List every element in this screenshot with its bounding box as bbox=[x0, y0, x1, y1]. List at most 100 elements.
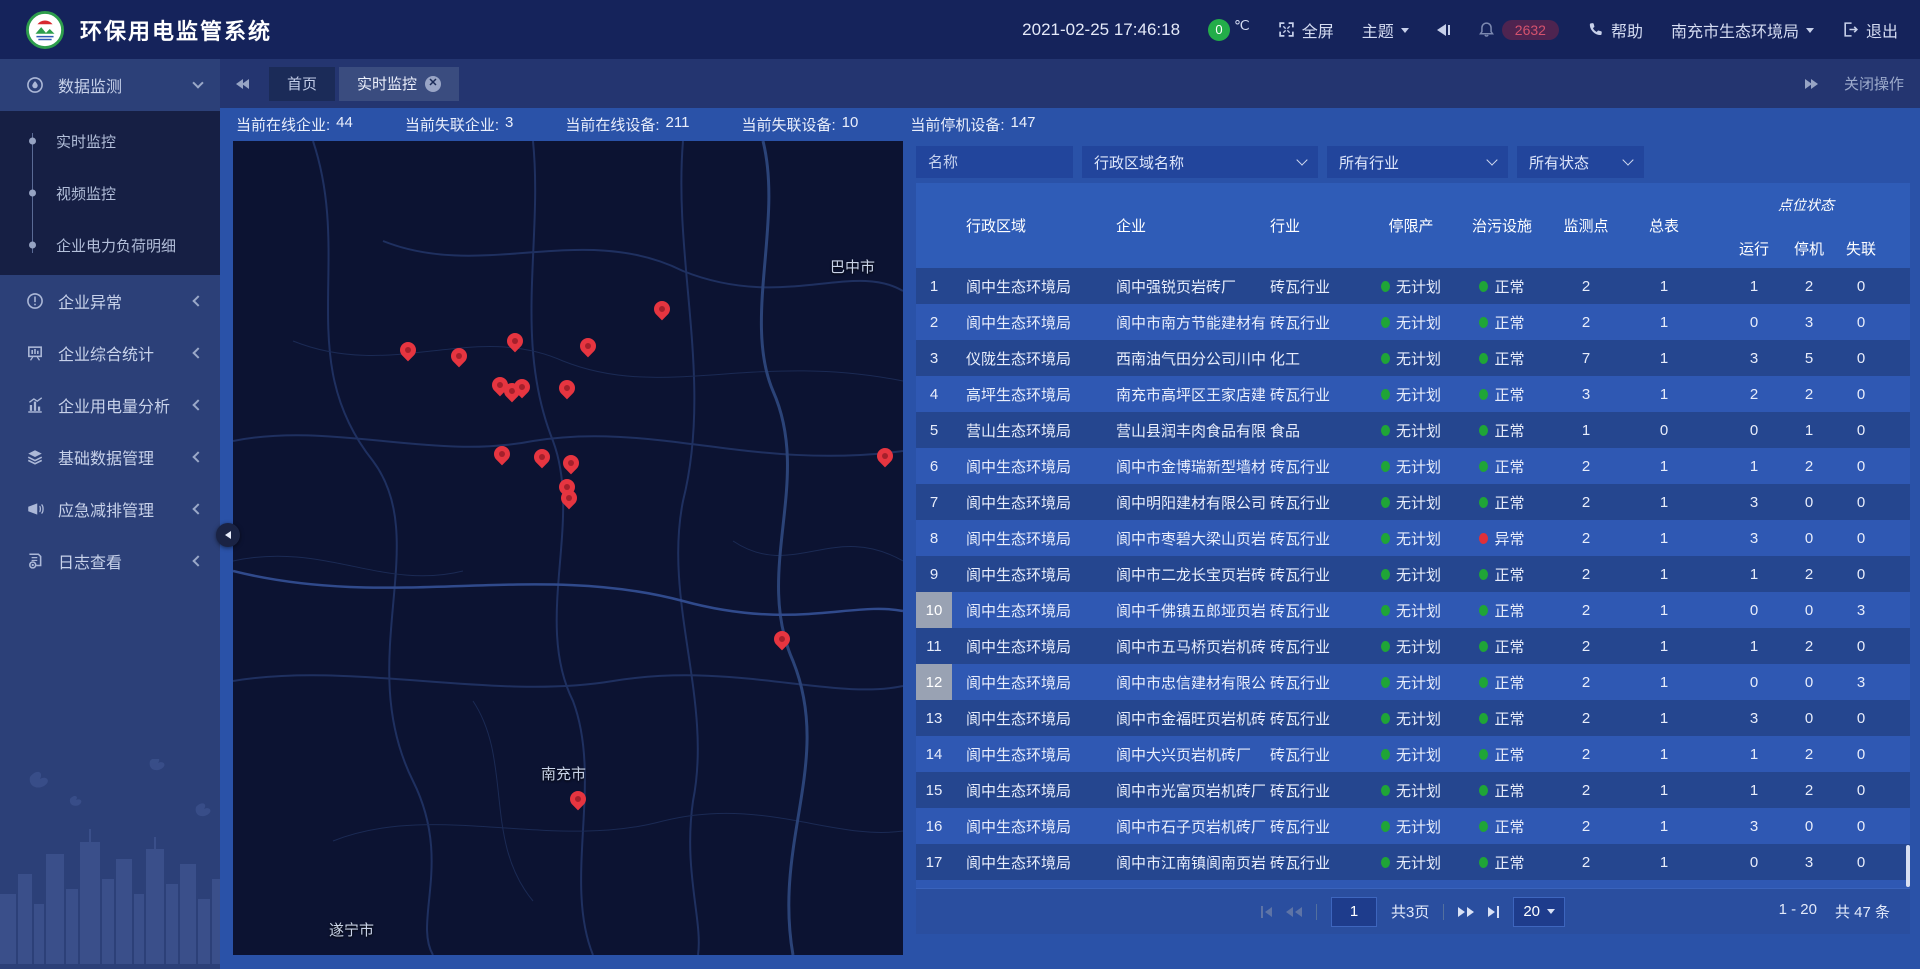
status-dot-green bbox=[1381, 821, 1390, 832]
tabs-scroll-left-button[interactable] bbox=[236, 79, 249, 89]
row-number: 16 bbox=[916, 808, 952, 844]
cell-industry: 砖瓦行业 bbox=[1265, 700, 1365, 736]
org-selector[interactable]: 南充市生态环境局 bbox=[1671, 18, 1814, 42]
cell-total-meter: 1 bbox=[1625, 700, 1703, 736]
cell-industry: 砖瓦行业 bbox=[1265, 556, 1365, 592]
table-row[interactable]: 3仪陇生态环境局西南油气田分公司川中化工无计划正常71350 bbox=[916, 340, 1910, 376]
bell-icon bbox=[1478, 21, 1495, 38]
table-row[interactable]: 16阆中生态环境局阆中市石子页岩机砖厂砖瓦行业无计划正常21300 bbox=[916, 808, 1910, 844]
sidebar-item-label: 数据监测 bbox=[58, 73, 122, 97]
row-number: 14 bbox=[916, 736, 952, 772]
prev-page-button[interactable] bbox=[1286, 907, 1302, 917]
table-row[interactable]: 18南部生态环境局南部县砖华水泥有限公建材行业无计划正常60060 bbox=[916, 880, 1910, 888]
tab-home[interactable]: 首页 bbox=[269, 67, 335, 101]
status-dot-green bbox=[1479, 425, 1488, 436]
theme-selector[interactable]: 主题 bbox=[1362, 18, 1409, 42]
table-row[interactable]: 5营山生态环境局营山县润丰肉食品有限食品无计划正常10010 bbox=[916, 412, 1910, 448]
sidebar-item-base-data-management[interactable]: 基础数据管理 bbox=[0, 431, 220, 483]
column-header: 行政区域 bbox=[952, 215, 1107, 236]
sidebar-subitem-power-load-detail[interactable]: 企业电力负荷明细 bbox=[0, 219, 220, 271]
table-row[interactable]: 1阆中生态环境局阆中强锐页岩砖厂砖瓦行业无计划正常21120 bbox=[916, 268, 1910, 304]
filter-select-status[interactable]: 所有状态 bbox=[1517, 146, 1644, 178]
close-operations-button[interactable]: 关闭操作 bbox=[1844, 73, 1904, 94]
cell-plan-status: 无计划 bbox=[1365, 592, 1457, 628]
cell-region: 南部生态环境局 bbox=[952, 880, 1107, 888]
table-row[interactable]: 11阆中生态环境局阆中市五马桥页岩机砖砖瓦行业无计划正常21120 bbox=[916, 628, 1910, 664]
table-row[interactable]: 14阆中生态环境局阆中大兴页岩机砖厂砖瓦行业无计划正常21120 bbox=[916, 736, 1910, 772]
scrollbar-thumb[interactable] bbox=[1906, 845, 1910, 887]
speaker-button[interactable] bbox=[1437, 24, 1450, 36]
last-page-button[interactable] bbox=[1488, 906, 1499, 918]
table-row[interactable]: 13阆中生态环境局阆中市金福旺页岩机砖砖瓦行业无计划正常21300 bbox=[916, 700, 1910, 736]
sidebar-item-emergency-reduction[interactable]: 应急减排管理 bbox=[0, 483, 220, 535]
table-row[interactable]: 17阆中生态环境局阆中市江南镇阆南页岩砖瓦行业无计划正常21030 bbox=[916, 844, 1910, 880]
status-dot-green bbox=[1479, 641, 1488, 652]
table-row[interactable]: 12阆中生态环境局阆中市忠信建材有限公砖瓦行业无计划正常21003 bbox=[916, 664, 1910, 700]
total-pages-label: 共3页 bbox=[1391, 901, 1429, 922]
log-icon bbox=[26, 552, 44, 570]
row-number: 4 bbox=[916, 376, 952, 412]
fullscreen-button[interactable]: 全屏 bbox=[1278, 18, 1334, 42]
sidebar-item-label: 基础数据管理 bbox=[58, 445, 154, 469]
page-size-select[interactable]: 20 bbox=[1513, 897, 1565, 927]
cell-region: 营山生态环境局 bbox=[952, 412, 1107, 448]
cell-region: 阆中生态环境局 bbox=[952, 628, 1107, 664]
cell-facility-status: 正常 bbox=[1457, 592, 1547, 628]
table-row[interactable]: 4高坪生态环境局南充市高坪区王家店建砖瓦行业无计划正常31220 bbox=[916, 376, 1910, 412]
cell-stop-count: 2 bbox=[1783, 556, 1835, 592]
chevron-down-icon bbox=[1622, 154, 1633, 165]
sidebar-subitem-realtime-monitor[interactable]: 实时监控 bbox=[0, 115, 220, 167]
column-header: 总表 bbox=[1625, 215, 1703, 236]
sidebar-item-enterprise-abnormal[interactable]: 企业异常 bbox=[0, 275, 220, 327]
sidebar-subitem-video-monitor[interactable]: 视频监控 bbox=[0, 167, 220, 219]
map-collapse-toggle[interactable] bbox=[216, 523, 240, 547]
table-row[interactable]: 7阆中生态环境局阆中明阳建材有限公司砖瓦行业无计划正常21300 bbox=[916, 484, 1910, 520]
table-row[interactable]: 15阆中生态环境局阆中市光富页岩机砖厂砖瓦行业无计划正常21120 bbox=[916, 772, 1910, 808]
help-button[interactable]: 帮助 bbox=[1587, 18, 1643, 42]
cell-plan-status: 无计划 bbox=[1365, 520, 1457, 556]
skyline-decoration bbox=[0, 759, 220, 969]
first-page-button[interactable] bbox=[1261, 906, 1272, 918]
status-dot-green bbox=[1479, 569, 1488, 580]
table-row[interactable]: 6阆中生态环境局阆中市金博瑞新型墙材砖瓦行业无计划正常21120 bbox=[916, 448, 1910, 484]
cell-industry: 砖瓦行业 bbox=[1265, 844, 1365, 880]
status-dot-green bbox=[1479, 857, 1488, 868]
tabs-container: 首页实时监控✕ bbox=[269, 67, 459, 101]
tabs-scroll-right-button[interactable] bbox=[1805, 79, 1818, 89]
filter-select-region[interactable]: 行政区域名称 bbox=[1082, 146, 1318, 178]
cell-region: 阆中生态环境局 bbox=[952, 484, 1107, 520]
table-body: 1阆中生态环境局阆中强锐页岩砖厂砖瓦行业无计划正常211202阆中生态环境局阆中… bbox=[916, 268, 1910, 888]
map[interactable]: 巴中市南充市遂宁市 bbox=[233, 141, 903, 955]
table-row[interactable]: 8阆中生态环境局阆中市枣碧大梁山页岩砖瓦行业无计划异常21300 bbox=[916, 520, 1910, 556]
status-dot-green bbox=[1381, 533, 1390, 544]
cell-company: 南充市高坪区王家店建 bbox=[1107, 376, 1265, 412]
table-row[interactable]: 10阆中生态环境局阆中千佛镇五郎垭页岩砖瓦行业无计划正常21003 bbox=[916, 592, 1910, 628]
cell-monitor-count: 2 bbox=[1547, 484, 1625, 520]
layers-icon bbox=[26, 448, 44, 466]
sidebar-item-log-view[interactable]: 日志查看 bbox=[0, 535, 220, 587]
table-row[interactable]: 2阆中生态环境局阆中市南方节能建材有砖瓦行业无计划正常21030 bbox=[916, 304, 1910, 340]
page-number-input[interactable] bbox=[1331, 897, 1377, 927]
table-row[interactable]: 9阆中生态环境局阆中市二龙长宝页岩砖砖瓦行业无计划正常21120 bbox=[916, 556, 1910, 592]
cell-monitor-count: 3 bbox=[1547, 376, 1625, 412]
logout-button[interactable]: 退出 bbox=[1842, 18, 1898, 42]
tab-close-icon[interactable]: ✕ bbox=[425, 76, 441, 92]
name-search-input[interactable] bbox=[916, 146, 1073, 178]
notification-bell[interactable]: 2632 bbox=[1478, 20, 1559, 40]
cell-region: 阆中生态环境局 bbox=[952, 772, 1107, 808]
cell-region: 阆中生态环境局 bbox=[952, 592, 1107, 628]
stat-item: 当前在线设备: 211 bbox=[565, 114, 689, 135]
cell-company: 阆中千佛镇五郎垭页岩 bbox=[1107, 592, 1265, 628]
table-header: 行政区域企业行业停限产治污设施监测点总表 点位状态 运行停机失联 bbox=[916, 183, 1910, 268]
row-number: 15 bbox=[916, 772, 952, 808]
chevron-left-icon bbox=[192, 555, 203, 566]
tab-realtime-monitor[interactable]: 实时监控✕ bbox=[339, 67, 459, 101]
cell-facility-status: 正常 bbox=[1457, 376, 1547, 412]
sidebar-item-power-usage-analysis[interactable]: 企业用电量分析 bbox=[0, 379, 220, 431]
sidebar-item-data-monitoring[interactable]: 数据监测 bbox=[0, 59, 220, 111]
cell-industry: 砖瓦行业 bbox=[1265, 304, 1365, 340]
filter-select-industry[interactable]: 所有行业 bbox=[1327, 146, 1508, 178]
sidebar-item-enterprise-statistics[interactable]: 企业综合统计 bbox=[0, 327, 220, 379]
cell-lost-count: 0 bbox=[1835, 304, 1887, 340]
next-page-button[interactable] bbox=[1458, 907, 1474, 917]
